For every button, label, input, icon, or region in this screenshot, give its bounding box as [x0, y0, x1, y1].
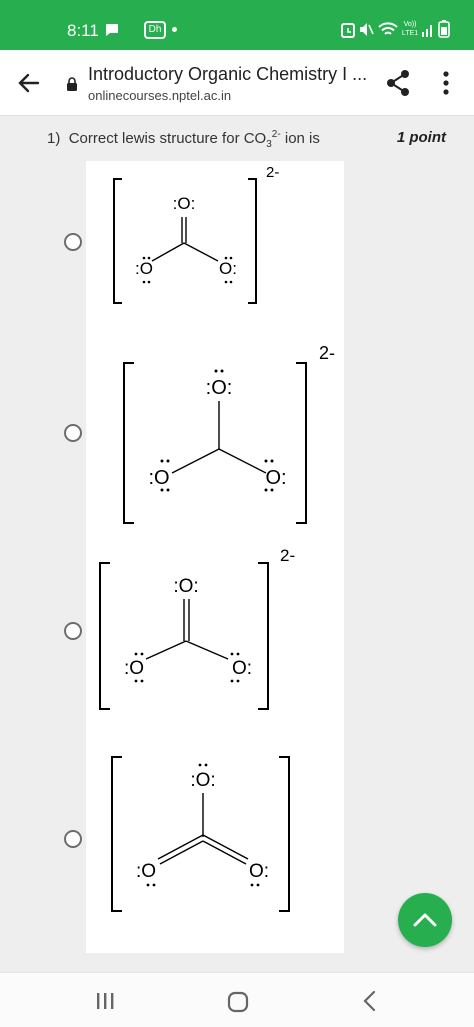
- home-icon[interactable]: [227, 991, 249, 1013]
- option-3-structure: 2- :O: :O O:: [99, 546, 295, 710]
- option-1-radio[interactable]: [64, 233, 82, 251]
- page-title: Introductory Organic Chemistry I ...: [88, 64, 368, 84]
- app-bar: Introductory Organic Chemistry I ... onl…: [0, 50, 474, 116]
- option-2-radio[interactable]: [64, 424, 82, 442]
- volte-icon: Vo)) LTE1: [400, 20, 420, 38]
- option-4-top-oxygen: :O:: [190, 770, 215, 791]
- option-2-charge: 2-: [319, 343, 335, 363]
- option-3-left-oxygen: :O: [124, 658, 144, 679]
- mute-icon: [360, 23, 374, 36]
- dot-icon: [172, 27, 177, 32]
- recent-apps-icon[interactable]: [94, 992, 116, 1010]
- question-content: 1) Correct lewis structure for CO32- ion…: [0, 117, 474, 972]
- option-2-left-oxygen: :O: [148, 467, 169, 489]
- option-3-charge: 2-: [280, 546, 295, 565]
- option-4-structure: :O: :O O:: [111, 756, 290, 912]
- app-badge-icon: Dh: [144, 21, 166, 39]
- signal-icon: [422, 25, 432, 37]
- status-time: 8:11: [67, 21, 99, 40]
- question-points: 1 point: [396, 129, 446, 146]
- status-bar: 8:11 Dh Vo)) LTE1: [0, 0, 474, 50]
- option-2-top-oxygen: :O:: [206, 377, 233, 399]
- volte-label-top: Vo)): [403, 21, 417, 28]
- option-4-radio[interactable]: [64, 830, 82, 848]
- option-4-right-oxygen: O:: [249, 861, 269, 882]
- question-suffix: ion is: [280, 130, 320, 147]
- question-prefix: Correct lewis structure for CO: [68, 130, 267, 147]
- option-3-radio[interactable]: [64, 622, 82, 640]
- app-badge-label: Dh: [148, 24, 162, 35]
- alarm-icon: [341, 23, 355, 38]
- option-1-top-oxygen: :O:: [173, 194, 196, 213]
- system-nav-bar: [0, 972, 474, 1027]
- share-icon[interactable]: [384, 68, 412, 98]
- question-subscript: 3: [266, 139, 272, 150]
- option-3-right-oxygen: O:: [232, 658, 252, 679]
- option-1-right-oxygen: O:: [219, 259, 237, 278]
- back-arrow-icon[interactable]: [16, 70, 42, 96]
- option-2-structure: 2- :O: :O O:: [123, 343, 335, 524]
- battery-icon: [438, 20, 450, 38]
- volte-label-bottom: LTE1: [401, 30, 419, 37]
- lock-icon: [67, 77, 77, 91]
- option-1-charge: 2-: [266, 164, 279, 181]
- more-options-icon[interactable]: [438, 70, 454, 96]
- option-1-left-oxygen: :O: [135, 259, 153, 278]
- question-number: 1): [47, 130, 61, 147]
- chat-icon: [106, 24, 118, 36]
- page-url: onlinecourses.nptel.ac.in: [88, 88, 232, 103]
- option-2-right-oxygen: O:: [265, 467, 286, 489]
- wifi-icon: [378, 22, 398, 35]
- option-4-left-oxygen: :O: [136, 861, 156, 882]
- question-superscript: 2-: [271, 129, 281, 140]
- option-3-top-oxygen: :O:: [173, 576, 198, 597]
- chevron-up-icon: [413, 913, 437, 927]
- scroll-to-top-button[interactable]: [398, 893, 452, 947]
- option-1-structure: 2- :O: :O O:: [113, 164, 279, 304]
- question-text: 1) Correct lewis structure for CO32- ion…: [47, 129, 320, 150]
- back-nav-icon[interactable]: [362, 990, 378, 1012]
